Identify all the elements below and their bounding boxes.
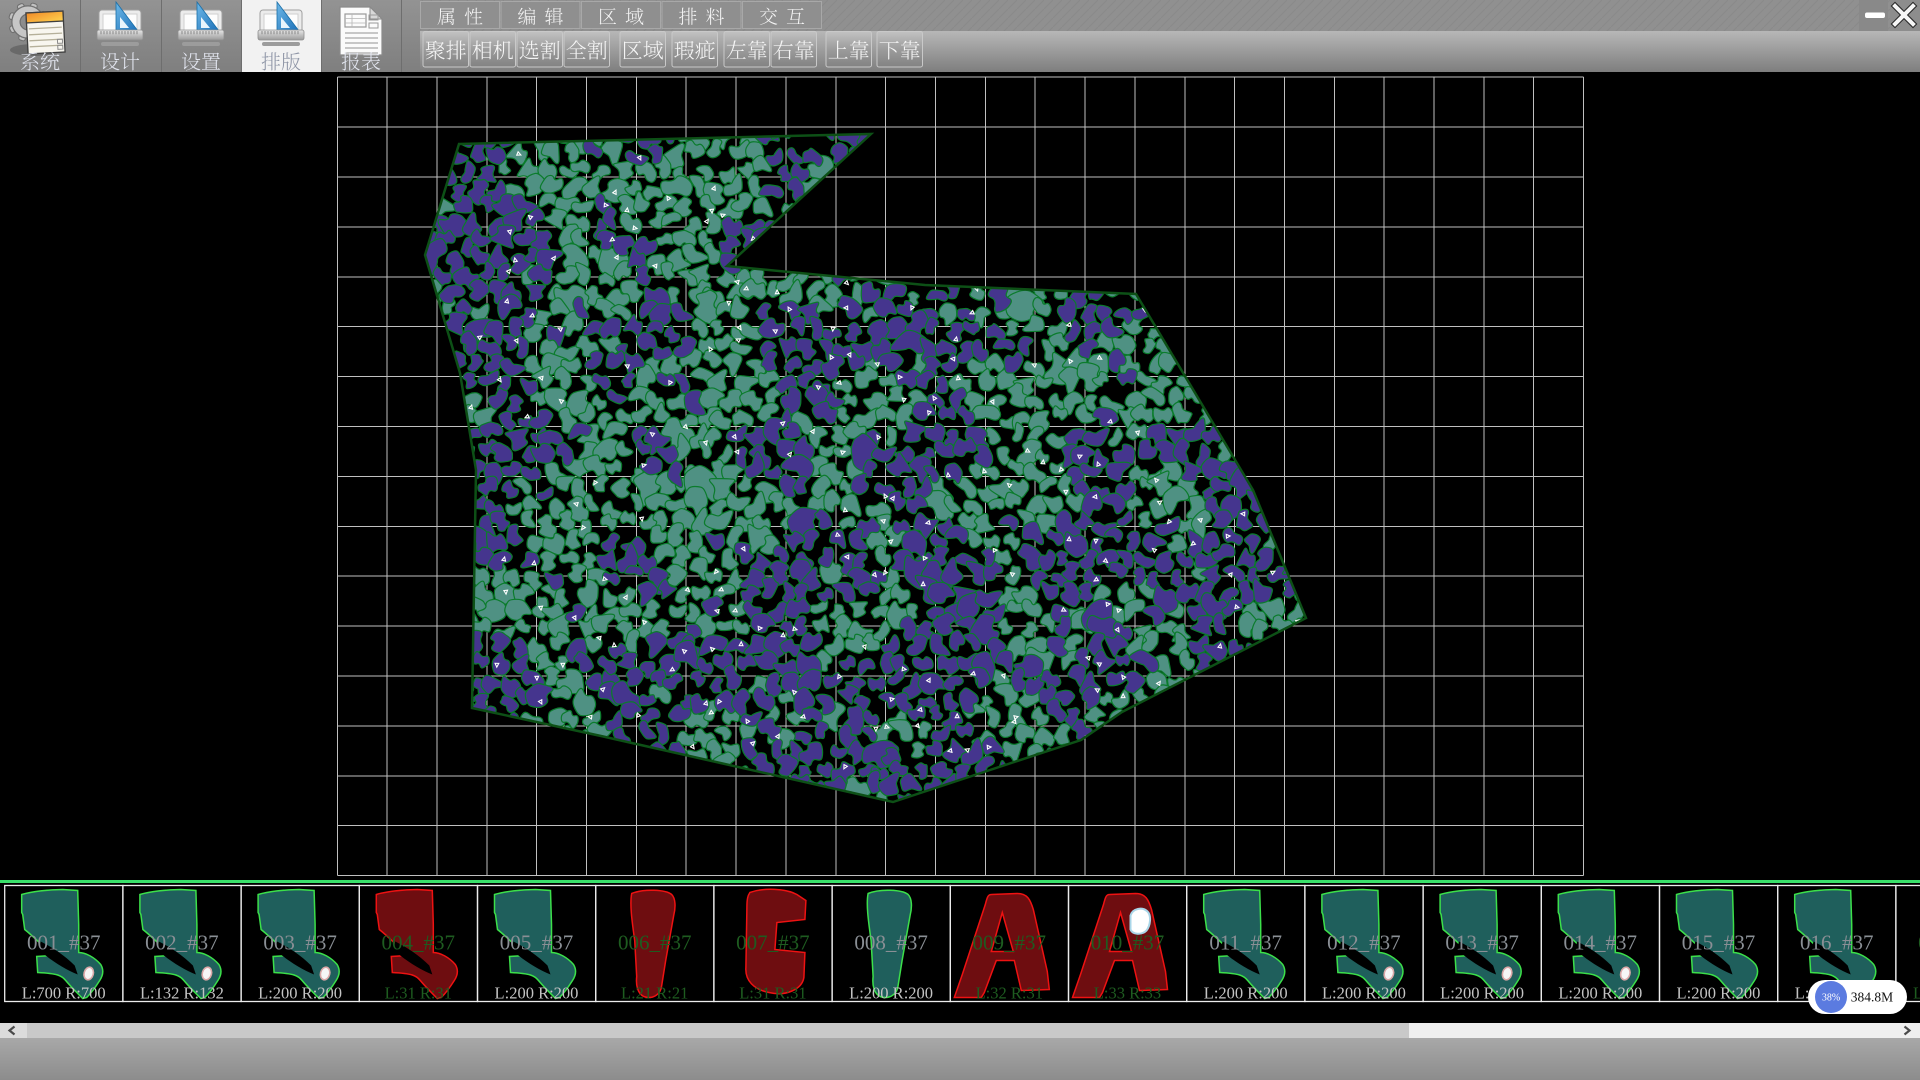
svg-text:007_#37: 007_#37 bbox=[736, 931, 810, 955]
svg-text:384.8M: 384.8M bbox=[1851, 990, 1893, 1005]
svg-text:004_#37: 004_#37 bbox=[382, 931, 456, 955]
svg-text:L:31 R:31: L:31 R:31 bbox=[385, 984, 452, 1003]
svg-text:009_#37: 009_#37 bbox=[973, 931, 1047, 955]
svg-text:008_#37: 008_#37 bbox=[854, 931, 928, 955]
svg-text:L:32 R:31: L:32 R:31 bbox=[976, 984, 1043, 1003]
svg-text:016_#37: 016_#37 bbox=[1800, 931, 1874, 955]
svg-text:015_#37: 015_#37 bbox=[1682, 931, 1756, 955]
svg-text:L:200 R:200: L:200 R:200 bbox=[495, 984, 579, 1003]
svg-text:003_#37: 003_#37 bbox=[263, 931, 337, 955]
svg-text:L:200 R:200: L:200 R:200 bbox=[849, 984, 933, 1003]
svg-text:L:200 R:200: L:200 R:200 bbox=[1913, 984, 1920, 1003]
svg-text:L:200 R:200: L:200 R:200 bbox=[1677, 984, 1761, 1003]
svg-text:012_#37: 012_#37 bbox=[1327, 931, 1401, 955]
svg-text:011_#37: 011_#37 bbox=[1209, 931, 1282, 955]
svg-text:L:21 R:21: L:21 R:21 bbox=[621, 984, 688, 1003]
svg-text:014_#37: 014_#37 bbox=[1564, 931, 1638, 955]
svg-text:002_#37: 002_#37 bbox=[145, 931, 219, 955]
svg-text:010_#37: 010_#37 bbox=[1091, 931, 1165, 955]
svg-text:L:31 R:31: L:31 R:31 bbox=[739, 984, 806, 1003]
svg-text:L:132 R:132: L:132 R:132 bbox=[140, 984, 224, 1003]
svg-text:L:200 R:200: L:200 R:200 bbox=[1204, 984, 1288, 1003]
svg-text:001_#37: 001_#37 bbox=[27, 931, 101, 955]
svg-text:38%: 38% bbox=[1822, 993, 1840, 1004]
svg-text:L:200 R:200: L:200 R:200 bbox=[258, 984, 342, 1003]
svg-text:L:700 R:700: L:700 R:700 bbox=[22, 984, 106, 1003]
svg-text:L:200 R:200: L:200 R:200 bbox=[1322, 984, 1406, 1003]
svg-text:L:200 R:200: L:200 R:200 bbox=[1440, 984, 1524, 1003]
svg-text:013_#37: 013_#37 bbox=[1445, 931, 1519, 955]
svg-text:L:33 R:33: L:33 R:33 bbox=[1094, 984, 1161, 1003]
svg-text:006_#37: 006_#37 bbox=[618, 931, 692, 955]
svg-text:005_#37: 005_#37 bbox=[500, 931, 574, 955]
svg-text:L:200 R:200: L:200 R:200 bbox=[1558, 984, 1642, 1003]
